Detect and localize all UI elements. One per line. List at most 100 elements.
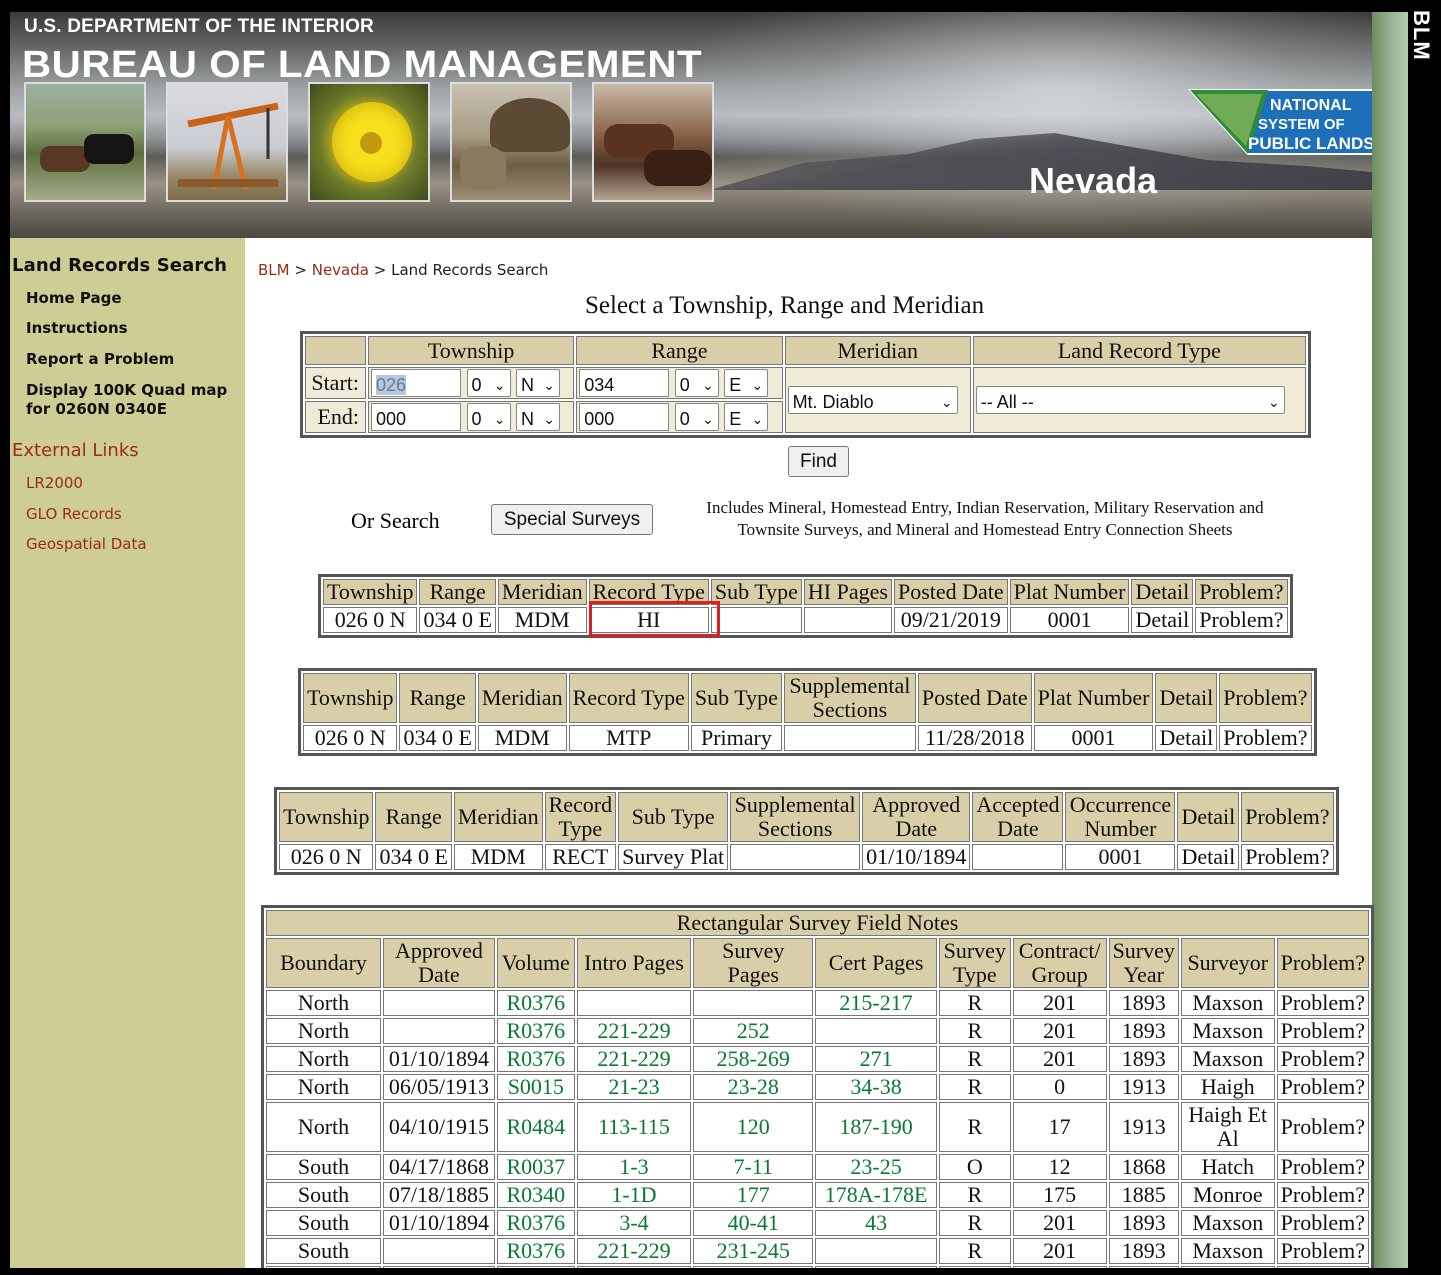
pages-link[interactable]: 7-11 — [693, 1154, 814, 1180]
external-link-glo-records[interactable]: GLO Records — [26, 505, 122, 523]
pages-link[interactable]: 177 — [693, 1182, 814, 1208]
pages-link[interactable]: 120 — [693, 1102, 814, 1152]
volume-link[interactable]: R0376 — [496, 1238, 575, 1264]
table-header-row: Township Range Meridian Record Type Sub … — [279, 792, 1334, 842]
pages-link[interactable]: 215-217 — [815, 990, 937, 1016]
problem-link[interactable]: Problem? — [1276, 1210, 1369, 1236]
detail-link[interactable]: Detail — [1177, 844, 1240, 870]
cell-accepted-date — [972, 844, 1064, 870]
external-link-geospatial-data[interactable]: Geospatial Data — [26, 535, 147, 553]
start-range-input[interactable]: 034 — [579, 369, 670, 397]
pages-link[interactable]: 23-25 — [815, 1154, 937, 1180]
start-township-direction-select[interactable]: N ⌄ — [516, 369, 560, 397]
problem-link[interactable]: Problem? — [1276, 1266, 1369, 1268]
problem-link[interactable]: Problem? — [1276, 1154, 1369, 1180]
problem-link[interactable]: Problem? — [1241, 844, 1334, 870]
end-range-direction-select[interactable]: E ⌄ — [724, 403, 769, 431]
pages-link[interactable]: 43 — [815, 1210, 937, 1236]
national-system-public-lands-logo[interactable]: NATIONAL SYSTEM OF PUBLIC LANDS — [1188, 88, 1372, 156]
pages-link[interactable]: 366 — [693, 1266, 814, 1268]
cell-meridian: MDM — [477, 725, 567, 751]
volume-link[interactable]: R0376 — [496, 1266, 575, 1268]
pages-link[interactable]: 3-4 — [576, 1210, 692, 1236]
cell-boundary: North — [266, 1046, 382, 1072]
sidebar-item-quad-map[interactable]: Display 100K Quad map for 0260N 0340E — [26, 381, 241, 419]
breadcrumb-nevada-link[interactable]: Nevada — [312, 261, 369, 279]
pages-link[interactable]: 187-190 — [815, 1102, 937, 1152]
cell-boundary: South — [266, 1266, 382, 1268]
start-range-fraction-select[interactable]: 0 ⌄ — [674, 369, 719, 397]
problem-link[interactable]: Problem? — [1276, 1074, 1369, 1100]
special-surveys-button[interactable]: Special Surveys — [491, 504, 653, 535]
volume-link[interactable]: R0037 — [496, 1154, 575, 1180]
sidebar: Land Records Search Home Page Instructio… — [10, 238, 245, 1268]
end-township-direction-select[interactable]: N ⌄ — [516, 403, 560, 431]
col-problem: Problem? — [1276, 938, 1369, 988]
find-button[interactable]: Find — [788, 446, 849, 477]
cell-contract-group: 0 — [1012, 1074, 1107, 1100]
volume-link[interactable]: R0340 — [496, 1182, 575, 1208]
col-approved-date: Approved Date — [383, 938, 495, 988]
problem-link[interactable]: Problem? — [1276, 1102, 1369, 1152]
start-township-fraction-select[interactable]: 0 ⌄ — [466, 369, 511, 397]
pages-link[interactable]: 23-28 — [693, 1074, 814, 1100]
pages-link[interactable]: 1-1D — [576, 1182, 692, 1208]
problem-link[interactable]: Problem? — [1219, 725, 1312, 751]
results-table-rect: Township Range Meridian Record Type Sub … — [274, 787, 1339, 875]
problem-link[interactable]: Problem? — [1195, 607, 1288, 633]
agency-name[interactable]: BUREAU OF LAND MANAGEMENT — [22, 44, 702, 87]
pages-link[interactable]: 34-38 — [815, 1074, 937, 1100]
pages-link[interactable]: 221-229 — [576, 1238, 692, 1264]
volume-link[interactable]: R0484 — [496, 1102, 575, 1152]
sidebar-item-report-problem[interactable]: Report a Problem — [26, 350, 174, 369]
pages-link[interactable]: 252 — [693, 1018, 814, 1044]
start-township-input[interactable]: 026 — [371, 369, 461, 397]
problem-link[interactable]: Problem? — [1276, 1238, 1369, 1264]
end-township-fraction-select[interactable]: 0 ⌄ — [466, 403, 511, 431]
volume-link[interactable]: R0376 — [496, 1210, 575, 1236]
sidebar-item-instructions[interactable]: Instructions — [26, 319, 128, 338]
pages-link[interactable]: 231-245 — [693, 1238, 814, 1264]
cell-range: 034 0 E — [399, 725, 476, 751]
pages-link[interactable]: 178A-178E — [815, 1182, 937, 1208]
pages-link[interactable]: 113-115 — [576, 1102, 692, 1152]
col-record-type: Record Type — [544, 792, 617, 842]
detail-link[interactable]: Detail — [1155, 725, 1218, 751]
problem-link[interactable]: Problem? — [1276, 1182, 1369, 1208]
corner-cell — [305, 336, 366, 365]
cell-boundary: North — [266, 1074, 382, 1100]
meridian-select[interactable]: Mt. Diablo ⌄ — [787, 386, 958, 414]
pages-link[interactable]: 258-269 — [693, 1046, 814, 1072]
cell-surveyor: Maxson — [1180, 1018, 1275, 1044]
end-range-input[interactable]: 000 — [579, 403, 670, 431]
pages-link — [815, 1238, 937, 1264]
pages-link[interactable]: 221-229 — [576, 1046, 692, 1072]
cell-surveyor: Maxson — [1180, 1238, 1275, 1264]
sidebar-item-home[interactable]: Home Page — [26, 289, 122, 308]
col-surveyor: Surveyor — [1180, 938, 1275, 988]
pages-link[interactable]: 21-23 — [576, 1074, 692, 1100]
pages-link[interactable]: 1-3 — [576, 1154, 692, 1180]
pages-link[interactable]: 271 — [815, 1046, 937, 1072]
volume-link[interactable]: R0376 — [496, 990, 575, 1016]
results-table-mtp: Township Range Meridian Record Type Sub … — [298, 668, 1317, 756]
volume-link[interactable]: R0376 — [496, 1046, 575, 1072]
external-link-lr2000[interactable]: LR2000 — [26, 474, 83, 492]
pages-link[interactable]: 40-41 — [693, 1210, 814, 1236]
site-banner: U.S. DEPARTMENT OF THE INTERIOR BUREAU O… — [10, 12, 1372, 238]
end-township-input[interactable]: 000 — [371, 403, 461, 431]
problem-link[interactable]: Problem? — [1276, 990, 1369, 1016]
pages-link — [815, 1018, 937, 1044]
pages-link[interactable]: 349-351 — [576, 1266, 692, 1268]
record-type-select[interactable]: -- All -- ⌄ — [975, 386, 1285, 414]
problem-link[interactable]: Problem? — [1276, 1046, 1369, 1072]
problem-link[interactable]: Problem? — [1276, 1018, 1369, 1044]
breadcrumb-blm-link[interactable]: BLM — [258, 261, 290, 279]
cell-approved-date: 06/05/1913 — [383, 1074, 495, 1100]
volume-link[interactable]: R0376 — [496, 1018, 575, 1044]
end-range-fraction-select[interactable]: 0 ⌄ — [674, 403, 719, 431]
pages-link[interactable]: 221-229 — [576, 1018, 692, 1044]
volume-link[interactable]: S0015 — [496, 1074, 575, 1100]
detail-link[interactable]: Detail — [1131, 607, 1194, 633]
start-range-direction-select[interactable]: E ⌄ — [724, 369, 769, 397]
